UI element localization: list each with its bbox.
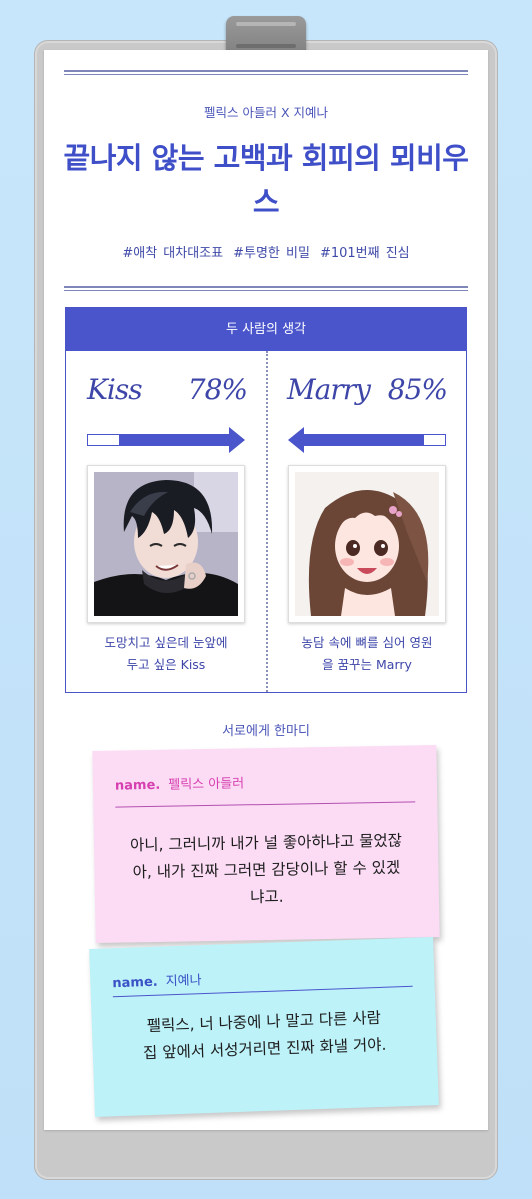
note-message-line: 냐고. (250, 887, 284, 907)
kiss-caption: 도망치고 싶은데 눈앞에 두고 싶은 Kiss (66, 632, 266, 676)
kiss-percent: 78% (187, 373, 248, 406)
name-label: name. (114, 777, 161, 794)
tag-item: #애착 대차대조표 (122, 246, 224, 261)
mid-double-rule (64, 286, 468, 291)
right-column: Marry 85% 농담 속에 뼈를 심어 영원 을 꿈꾸는 Marry (267, 351, 467, 693)
note-name-row: name. 펠릭스 아들러 (115, 772, 245, 793)
marry-label: Marry (287, 373, 371, 406)
yena-sticky-note: name. 지예나 펠릭스, 너 나중에 나 말고 다른 사람 집 앞에서 서성거… (89, 937, 439, 1117)
left-column: Kiss 78% 도망치고 싶은데 눈앞에 두고 싶은 Kiss (66, 351, 266, 693)
page-title: 끝나지 않는 고백과 회피의 뫼비우스 (63, 141, 469, 219)
felix-sticky-note: name. 펠릭스 아들러 아니, 그러니까 내가 널 좋아하냐고 물었잖 아, … (92, 745, 440, 943)
thoughts-panel: 두 사람의 생각 Kiss 78% 도망치고 싶은데 눈앞에 두고 싶은 Kis… (65, 307, 467, 693)
marry-bar-fill (303, 435, 424, 445)
marry-caption: 농담 속에 뼈를 심어 영원 을 꿈꾸는 Marry (267, 632, 467, 676)
kiss-arrow-bar (87, 427, 245, 453)
thoughts-header: 두 사람의 생각 (66, 308, 466, 351)
tag-item: #투명한 비밀 (233, 246, 310, 261)
note-author: 펠릭스 아들러 (168, 776, 245, 793)
kiss-caption-line2: 두고 싶은 Kiss (126, 657, 206, 672)
yena-portrait (288, 465, 446, 623)
dark-haired-man-portrait-icon (94, 472, 238, 616)
marry-arrow-bar (288, 427, 446, 453)
note-message: 펠릭스, 너 나중에 나 말고 다른 사람 집 앞에서 서성거리면 진짜 화낼 … (107, 1004, 421, 1069)
marry-bar-track (302, 434, 446, 446)
note-message: 아니, 그러니까 내가 널 좋아하냐고 물었잖 아, 내가 진짜 그러면 감당이… (110, 827, 423, 913)
note-name-row: name. 지예나 (112, 969, 202, 991)
note-author: 지예나 (165, 973, 202, 990)
top-double-rule (64, 70, 468, 75)
marry-percent: 85% (387, 373, 448, 406)
tag-item: #101번째 진심 (319, 246, 410, 261)
arrow-right-icon (229, 427, 245, 453)
tag-list: #애착 대차대조표 #투명한 비밀 #101번째 진심 (44, 242, 488, 261)
marry-caption-line1: 농담 속에 뼈를 심어 영원 (301, 635, 433, 650)
kiss-label: Kiss (87, 373, 143, 406)
name-label: name. (112, 974, 158, 992)
brown-haired-woman-portrait-icon (295, 472, 439, 616)
note-underline (115, 801, 416, 808)
messages-header: 서로에게 한마디 (222, 724, 310, 739)
felix-portrait (87, 465, 245, 623)
kiss-caption-line1: 도망치고 싶은데 눈앞에 (104, 635, 228, 650)
paper-sheet: 펠릭스 아들러 X 지예나 끝나지 않는 고백과 회피의 뫼비우스 #애착 대차… (44, 50, 488, 1130)
note-message-line: 아, 내가 진짜 그러면 감당이나 할 수 있겠 (132, 858, 401, 882)
page-subtitle: 펠릭스 아들러 X 지예나 (204, 105, 328, 120)
kiss-bar-track (87, 434, 231, 446)
kiss-bar-fill (119, 435, 230, 445)
marry-caption-line2: 을 꿈꾸는 Marry (322, 657, 412, 672)
